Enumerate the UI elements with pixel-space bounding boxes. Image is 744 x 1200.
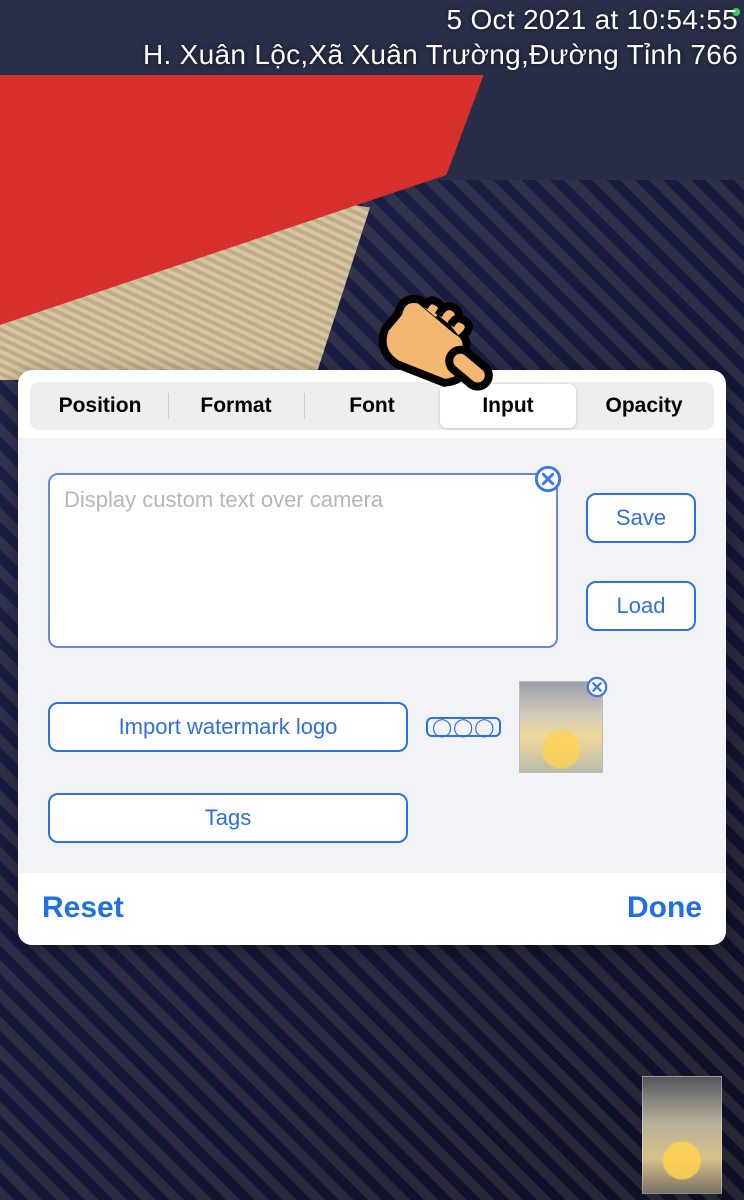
watermark-thumbnail[interactable] [519, 681, 603, 773]
clear-text-icon[interactable] [534, 465, 562, 493]
remove-watermark-icon[interactable] [586, 676, 608, 698]
tags-button[interactable]: Tags [48, 793, 408, 843]
tab-opacity[interactable]: Opacity [576, 384, 712, 428]
overlay-timestamp: 5 Oct 2021 at 10:54:55 [0, 2, 738, 37]
side-buttons: Save Load [586, 493, 696, 631]
tab-bar: Position Format Font Input Opacity [30, 382, 714, 430]
overlay-location: H. Xuân Lộc,Xã Xuân Trường,Đường Tỉnh 76… [0, 37, 738, 72]
reset-button[interactable]: Reset [42, 891, 124, 925]
watermark-overlay: 5 Oct 2021 at 10:54:55 H. Xuân Lộc,Xã Xu… [0, 0, 744, 72]
tab-position[interactable]: Position [32, 384, 168, 428]
custom-text-input[interactable] [48, 473, 558, 648]
more-dots-icon[interactable]: ◯◯◯ [426, 717, 501, 737]
tab-font[interactable]: Font [304, 384, 440, 428]
preview-thumbnail[interactable] [642, 1076, 722, 1194]
load-button[interactable]: Load [586, 581, 696, 631]
input-tab-content: Save Load Import watermark logo ◯◯◯ Tags [18, 438, 726, 873]
panel-footer: Reset Done [18, 873, 726, 945]
custom-text-container [48, 473, 558, 653]
tab-input[interactable]: Input [440, 384, 576, 428]
done-button[interactable]: Done [627, 891, 702, 925]
save-button[interactable]: Save [586, 493, 696, 543]
import-watermark-button[interactable]: Import watermark logo [48, 702, 408, 752]
settings-panel: Position Format Font Input Opacity Save … [18, 370, 726, 945]
tab-format[interactable]: Format [168, 384, 304, 428]
